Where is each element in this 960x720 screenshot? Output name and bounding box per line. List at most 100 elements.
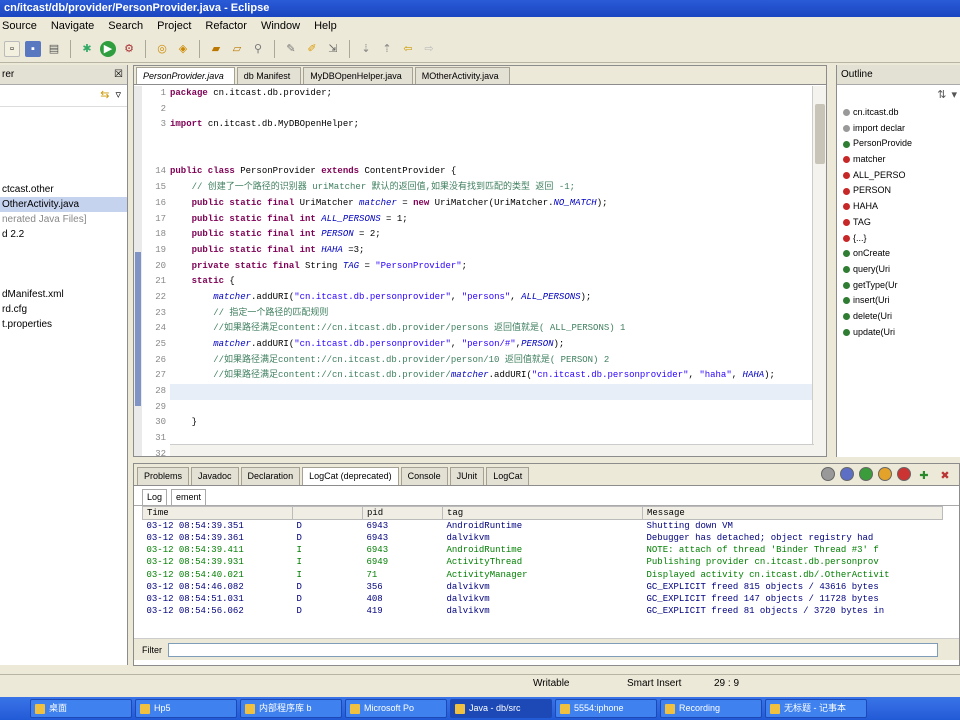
hide-fields-icon[interactable]: ▾ — [951, 88, 957, 102]
menu-help[interactable]: Help — [314, 20, 337, 32]
log-row[interactable]: 03-12 08:54:46.082 D 356 dalvikvm GC_EXPLICI… — [143, 581, 943, 593]
column-header[interactable]: Time — [142, 506, 293, 520]
tree-item[interactable]: rd.cfg — [0, 302, 127, 317]
new-icon[interactable]: ▫ — [4, 40, 20, 57]
bottom-tab[interactable]: Javadoc — [191, 467, 239, 485]
taskbar-button[interactable]: 5554:iphone — [555, 699, 657, 718]
save-icon[interactable]: ▪ — [25, 40, 41, 57]
new-package-icon[interactable]: ◈ — [175, 41, 191, 57]
log-row[interactable]: 03-12 08:54:56.062 D 419 dalvikvm GC_EXPLICI… — [143, 605, 943, 617]
tree-item[interactable] — [0, 107, 127, 122]
outline-item[interactable]: ALL_PERSO — [837, 168, 960, 184]
log-row[interactable]: 03-12 08:54:40.021 I 71 ActivityManager Disp… — [143, 569, 943, 581]
close-icon[interactable]: ☒ — [114, 65, 123, 84]
tree-item[interactable]: dManifest.xml — [0, 287, 127, 302]
log-row[interactable]: 03-12 08:54:51.031 D 408 dalvikvm GC_EXPLICI… — [143, 593, 943, 605]
print-icon[interactable]: ▤ — [46, 41, 62, 57]
external-tools-icon[interactable]: ⚙ — [121, 41, 137, 57]
mark-occurrences-icon[interactable]: ✎ — [283, 41, 299, 57]
bottom-tab[interactable]: Problems — [137, 467, 190, 485]
menu-search[interactable]: Search — [108, 20, 143, 32]
logcat-subtab[interactable]: ement — [171, 489, 207, 505]
column-header[interactable]: tag — [442, 506, 643, 520]
error-filter-icon[interactable] — [897, 467, 911, 481]
pin-icon[interactable]: ⇲ — [325, 41, 341, 57]
info-filter-icon[interactable] — [859, 467, 873, 481]
previous-annotation-icon[interactable]: ⇡ — [379, 41, 395, 57]
taskbar-button[interactable]: Microsoft Po — [345, 699, 447, 718]
outline-item[interactable]: TAG — [837, 215, 960, 231]
taskbar-button[interactable]: Hp5 — [135, 699, 237, 718]
next-annotation-icon[interactable]: ⇣ — [358, 41, 374, 57]
sort-icon[interactable]: ⇅ — [937, 88, 946, 102]
tree-item[interactable] — [0, 122, 127, 137]
code-text[interactable]: package cn.itcast.db.provider; import cn.… — [170, 86, 814, 456]
taskbar-button[interactable]: 内部程序库 b — [240, 699, 342, 718]
run-icon[interactable]: ▶ — [100, 40, 116, 57]
open-type-icon[interactable]: ▰ — [208, 41, 224, 57]
outline-item[interactable]: query(Uri — [837, 262, 960, 278]
tree-item[interactable] — [0, 257, 127, 272]
editor-tab[interactable]: MOtherActivity.java — [414, 67, 510, 84]
taskbar-button[interactable]: Recording — [660, 699, 762, 718]
editor-tab[interactable]: MyDBOpenHelper.java — [303, 67, 413, 84]
tree-item[interactable] — [0, 242, 127, 257]
remove-filter-icon[interactable]: ✖ — [937, 467, 953, 483]
warn-filter-icon[interactable] — [878, 467, 892, 481]
outline-item[interactable]: HAHA — [837, 199, 960, 215]
view-menu-icon[interactable]: ▿ — [115, 88, 121, 103]
column-header[interactable]: pid — [362, 506, 443, 520]
forward-icon[interactable]: ⇨ — [421, 41, 437, 57]
tree-item[interactable]: OtherActivity.java — [0, 197, 127, 212]
outline-item[interactable]: import declar — [837, 121, 960, 137]
tree-item[interactable]: d 2.2 — [0, 227, 127, 242]
outline-item[interactable]: {...} — [837, 231, 960, 247]
search-icon[interactable]: ⚲ — [250, 41, 266, 57]
open-task-icon[interactable]: ▱ — [229, 41, 245, 57]
tree-item[interactable]: t.properties — [0, 317, 127, 332]
bottom-tab[interactable]: LogCat — [486, 467, 530, 485]
back-icon[interactable]: ⇦ — [400, 41, 416, 57]
add-filter-icon[interactable]: ✚ — [916, 467, 932, 483]
outline-item[interactable]: getType(Ur — [837, 278, 960, 294]
tree-item[interactable] — [0, 137, 127, 152]
taskbar-button[interactable]: 无标题 - 记事本 — [765, 699, 867, 718]
log-row[interactable]: 03-12 08:54:39.351 D 6943 AndroidRuntime Shu… — [143, 520, 943, 533]
tree-item[interactable] — [0, 272, 127, 287]
outline-item[interactable]: delete(Uri — [837, 309, 960, 325]
logcat-subtab[interactable]: Log — [142, 489, 168, 505]
bottom-tab[interactable]: Declaration — [240, 467, 301, 485]
column-header[interactable]: Message — [642, 506, 943, 520]
outline-item[interactable]: matcher — [837, 152, 960, 168]
taskbar-button[interactable]: Java - db/src — [450, 699, 552, 718]
editor-vertical-scrollbar[interactable] — [812, 86, 826, 456]
outline-item[interactable]: insert(Uri — [837, 293, 960, 309]
tree-item[interactable] — [0, 167, 127, 182]
column-header[interactable] — [292, 506, 363, 520]
filter-input[interactable] — [168, 642, 938, 657]
menu-refactor[interactable]: Refactor — [205, 20, 247, 32]
log-row[interactable]: 03-12 08:54:39.411 I 6943 AndroidRuntime NOT… — [143, 544, 943, 556]
outline-item[interactable]: update(Uri — [837, 325, 960, 341]
link-editor-icon[interactable]: ⇆ — [100, 88, 109, 103]
editor-tab[interactable]: db Manifest — [236, 67, 302, 84]
bottom-tab[interactable]: JUnit — [449, 467, 485, 485]
bottom-tab[interactable]: Console — [400, 467, 448, 485]
tree-item[interactable]: nerated Java Files] — [0, 212, 127, 227]
new-java-class-icon[interactable]: ◎ — [154, 41, 170, 57]
menu-project[interactable]: Project — [157, 20, 191, 32]
toggle-breadcrumb-icon[interactable]: ✐ — [304, 41, 320, 57]
bottom-tab[interactable]: LogCat (deprecated) — [302, 467, 399, 485]
outline-item[interactable]: cn.itcast.db — [837, 105, 960, 121]
outline-tab[interactable]: Outline — [841, 69, 873, 80]
taskbar-button[interactable]: 桌面 — [30, 699, 132, 718]
menu-window[interactable]: Window — [261, 20, 300, 32]
debug-filter-icon[interactable] — [840, 467, 854, 481]
editor-horizontal-scrollbar[interactable] — [170, 444, 814, 456]
scrollbar-thumb[interactable] — [815, 104, 825, 164]
editor-tab[interactable]: PersonProvider.java — [136, 67, 235, 84]
verbose-filter-icon[interactable] — [821, 467, 835, 481]
debug-icon[interactable]: ✱ — [79, 41, 95, 57]
menu-navigate[interactable]: Navigate — [51, 20, 94, 32]
tree-item[interactable]: ctcast.other — [0, 182, 127, 197]
